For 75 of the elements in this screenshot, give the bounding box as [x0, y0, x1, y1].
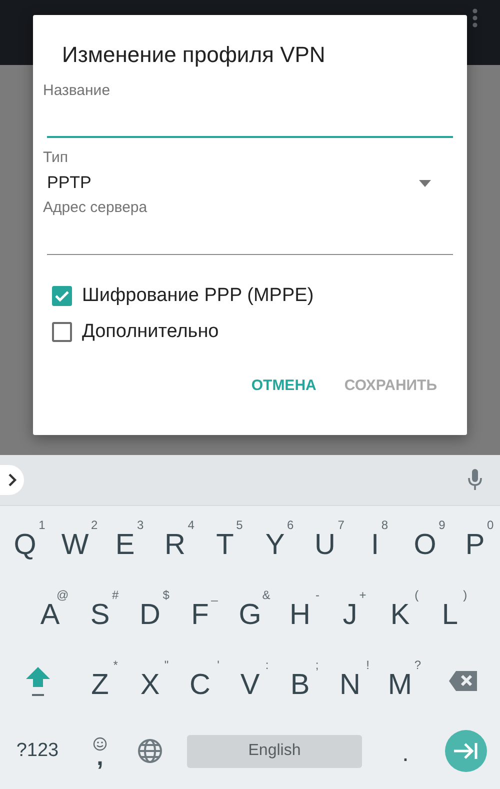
- keyboard-key[interactable]: Z *: [75, 646, 125, 716]
- keyboard-key[interactable]: B ;: [275, 646, 325, 716]
- period-key[interactable]: .: [374, 716, 437, 786]
- keyboard-key[interactable]: C ': [175, 646, 225, 716]
- keyboard-key[interactable]: H -: [275, 576, 325, 646]
- keyboard-key[interactable]: T 5: [200, 506, 250, 576]
- dialog-title: Изменение профиля VPN: [62, 41, 326, 69]
- keyboard-key[interactable]: E 3: [100, 506, 150, 576]
- arrow-icon: [453, 742, 479, 760]
- keyboard-key[interactable]: P 0: [450, 506, 500, 576]
- smiley-icon: [93, 737, 107, 751]
- key-hint: &: [262, 588, 270, 600]
- next-button[interactable]: [445, 730, 487, 772]
- key-hint: +: [359, 588, 366, 600]
- space-key[interactable]: English: [187, 734, 362, 768]
- expand-button[interactable]: [0, 465, 24, 495]
- key-hint: :: [265, 658, 269, 670]
- key-hint: 2: [91, 518, 98, 530]
- keyboard-key[interactable]: X ": [125, 646, 175, 716]
- key-hint: 1: [38, 518, 46, 530]
- key-hint: !: [366, 658, 370, 670]
- field-label: Адрес сервера: [43, 198, 148, 218]
- keyboard-key[interactable]: F _: [175, 576, 225, 646]
- key-hint: *: [113, 658, 118, 670]
- key-hint: ): [463, 588, 468, 600]
- key-hint: @: [56, 588, 69, 600]
- key-hint: -: [315, 588, 320, 600]
- keyboard-key[interactable]: V :: [225, 646, 275, 716]
- keyboard-key[interactable]: Q 1: [0, 506, 50, 576]
- field-label: Название: [43, 81, 112, 101]
- key-hint: 0: [486, 518, 494, 530]
- checkbox[interactable]: [52, 322, 72, 342]
- key-hint: 8: [381, 518, 388, 530]
- keyboard-key[interactable]: M ?: [375, 646, 425, 716]
- keyboard-key[interactable]: N !: [325, 646, 375, 716]
- keyboard-key[interactable]: O 9: [400, 506, 450, 576]
- key-hint: ;: [315, 658, 319, 670]
- globe-icon[interactable]: [137, 738, 163, 764]
- key-hint: (: [414, 588, 419, 600]
- caret-icon: [419, 180, 431, 186]
- keyboard-key[interactable]: S #: [75, 576, 125, 646]
- key-hint: _: [211, 588, 218, 600]
- backspace-icon[interactable]: [448, 670, 478, 692]
- keyboard-key[interactable]: G &: [225, 576, 275, 646]
- field-label: Тип: [43, 148, 70, 168]
- keyboard-key[interactable]: J +: [325, 576, 375, 646]
- checkbox[interactable]: [52, 286, 72, 306]
- keyboard-key[interactable]: L ): [425, 576, 475, 646]
- keyboard-key[interactable]: I 8: [350, 506, 400, 576]
- keyboard-key[interactable]: U 7: [300, 506, 350, 576]
- key-hint: ': [217, 658, 220, 670]
- key-hint: 6: [286, 518, 294, 530]
- microphone-icon[interactable]: [468, 469, 482, 491]
- keyboard-key[interactable]: A @: [25, 576, 75, 646]
- key-hint: $: [162, 588, 170, 600]
- checkbox-label: Дополнительно: [82, 321, 219, 343]
- keyboard-key[interactable]: Y 6: [250, 506, 300, 576]
- key-hint: ?: [414, 658, 422, 670]
- key-hint: #: [112, 588, 119, 600]
- key-hint: 3: [136, 518, 144, 530]
- keyboard-key[interactable]: W 2: [50, 506, 100, 576]
- type-dropdown[interactable]: PPTP: [43, 168, 453, 198]
- keyboard-key[interactable]: R 4: [150, 506, 200, 576]
- chevron-icon: [8, 473, 16, 487]
- shift-icon[interactable]: [24, 665, 50, 697]
- keyboard-key[interactable]: D $: [125, 576, 175, 646]
- key-hint: 9: [438, 518, 446, 530]
- more-icon[interactable]: [472, 8, 478, 28]
- key-hint: ": [164, 658, 169, 670]
- key-hint: 4: [188, 518, 194, 530]
- key-hint: 5: [236, 518, 243, 530]
- checkbox-label: Шифрование PPP (MPPE): [82, 285, 314, 307]
- key-hint: 7: [338, 518, 344, 530]
- symbols-key[interactable]: ?123: [0, 716, 75, 786]
- keyboard-key[interactable]: K (: [375, 576, 425, 646]
